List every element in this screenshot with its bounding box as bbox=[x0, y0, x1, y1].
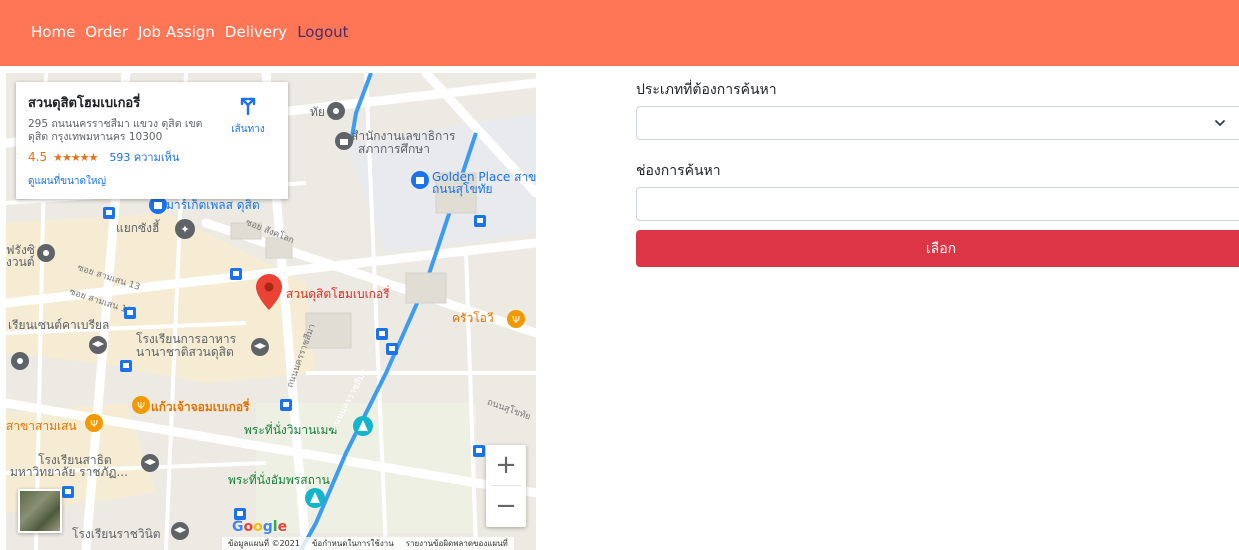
map-label: พระที่นั่งวิมานเมฆ bbox=[244, 423, 338, 437]
place-pin-icon[interactable] bbox=[10, 351, 30, 371]
restaurant-pin-icon[interactable]: Ψ bbox=[84, 413, 104, 433]
search-type-select[interactable] bbox=[636, 106, 1239, 140]
search-type-label: ประเภทที่ต้องการค้นหา bbox=[636, 82, 777, 98]
map-label: สำนักงานเลขาธิการ bbox=[351, 129, 456, 143]
directions-label: เส้นทาง bbox=[231, 124, 265, 135]
reviews-link[interactable]: 593 ความเห็น bbox=[109, 148, 179, 166]
map-label: งวนต์ bbox=[6, 255, 35, 269]
map-label: สภาการศึกษา bbox=[358, 142, 430, 156]
nav-delivery[interactable]: Delivery bbox=[225, 23, 287, 41]
zoom-out-button[interactable]: − bbox=[486, 486, 526, 526]
zoom-in-button[interactable]: + bbox=[486, 445, 526, 485]
place-info-card: สวนดุสิตโฮมเบเกอรี่ 295 ถนนนครราชสีมา แข… bbox=[16, 82, 288, 199]
bus-stop-icon[interactable] bbox=[474, 215, 486, 227]
map-label: แยกซังฮี้ bbox=[116, 221, 160, 235]
map-label: ทัย bbox=[310, 105, 325, 119]
restaurant-pin-icon[interactable]: Ψ bbox=[506, 309, 526, 329]
view-larger-map-link[interactable]: ดูแผนที่ขนาดใหญ่ bbox=[28, 174, 276, 189]
google-logo: Google bbox=[232, 519, 287, 535]
nav-links: Home Order Job Assign Delivery Logout bbox=[31, 23, 349, 41]
svg-text:Ψ: Ψ bbox=[137, 401, 145, 412]
bus-stop-icon[interactable] bbox=[103, 207, 115, 219]
bus-stop-icon[interactable] bbox=[376, 328, 388, 340]
place-pin-icon[interactable] bbox=[36, 243, 56, 263]
google-map[interactable]: สำนักงานเลขาธิการ สภาการศึกษา Golden Pla… bbox=[6, 73, 536, 550]
bus-stop-icon[interactable] bbox=[62, 486, 74, 498]
map-label: โรงเรียนราชวินิต bbox=[72, 527, 161, 541]
place-pin-icon[interactable] bbox=[326, 101, 346, 121]
place-address: 295 ถนนนครราชสีมา แขวง ดุสิต เขต ดุสิต ก… bbox=[28, 118, 203, 143]
search-field-label: ช่องการค้นหา bbox=[636, 163, 721, 179]
google-logo-letter: o bbox=[253, 519, 263, 535]
map-data-credit: ข้อมูลแผนที่ ©2021 bbox=[228, 539, 300, 548]
terms-link[interactable]: ข้อกำหนดในการใช้งาน bbox=[312, 537, 394, 550]
zoom-controls: + − bbox=[486, 445, 526, 527]
map-label: พระที่นั่งอัมพรสถาน bbox=[228, 473, 330, 487]
restaurant-pin-icon[interactable]: Ψ bbox=[131, 395, 151, 415]
nav-home[interactable]: Home bbox=[31, 23, 75, 41]
google-logo-letter: G bbox=[232, 519, 244, 535]
restaurant-pin-icon[interactable]: ✦ bbox=[174, 218, 196, 240]
school-pin-icon[interactable] bbox=[170, 521, 190, 541]
map-footer: ข้อมูลแผนที่ ©2021 ข้อกำหนดในการใช้งาน ร… bbox=[222, 537, 514, 550]
svg-text:Ψ: Ψ bbox=[512, 315, 520, 326]
school-pin-icon[interactable] bbox=[88, 335, 108, 355]
school-pin-icon[interactable] bbox=[250, 337, 270, 357]
google-logo-letter: g bbox=[262, 519, 273, 535]
search-input[interactable] bbox=[636, 187, 1239, 221]
svg-text:✦: ✦ bbox=[180, 223, 189, 236]
bus-stop-icon[interactable] bbox=[280, 399, 292, 411]
directions-icon bbox=[240, 97, 256, 116]
select-button[interactable]: เลือก bbox=[636, 230, 1239, 267]
school-pin-icon[interactable] bbox=[140, 453, 160, 473]
bus-stop-icon[interactable] bbox=[230, 268, 242, 280]
bus-stop-icon[interactable] bbox=[124, 307, 136, 319]
landmark-pin-icon[interactable] bbox=[352, 415, 374, 437]
google-logo-letter: o bbox=[243, 519, 254, 535]
directions-button[interactable]: เส้นทาง bbox=[224, 94, 272, 137]
bus-stop-icon[interactable] bbox=[473, 445, 485, 457]
nav-job-assign[interactable]: Job Assign bbox=[138, 23, 215, 41]
government-pin-icon[interactable] bbox=[334, 131, 354, 151]
nav-order[interactable]: Order bbox=[85, 23, 128, 41]
svg-text:Ψ: Ψ bbox=[90, 419, 98, 430]
bus-stop-icon[interactable] bbox=[386, 343, 398, 355]
map-label: นานาชาติสวนดุสิต bbox=[136, 345, 234, 359]
chevron-down-icon bbox=[1215, 120, 1225, 127]
location-pin-icon[interactable] bbox=[256, 274, 282, 310]
satellite-toggle-button[interactable] bbox=[18, 489, 62, 533]
landmark-pin-icon[interactable] bbox=[304, 487, 326, 509]
map-label: มหาวิทยาลัย ราชภัฏ... bbox=[10, 465, 128, 479]
map-label: โรงเรียนการอาหาร bbox=[136, 332, 237, 346]
google-logo-letter: e bbox=[277, 519, 288, 535]
map-label-bakery: สวนดุสิตโฮมเบเกอรี่ bbox=[286, 287, 390, 301]
map-label: แก้วเจ้าจอมเบเกอรี่ bbox=[151, 400, 250, 414]
navbar: Home Order Job Assign Delivery Logout bbox=[0, 0, 1239, 66]
map-label: เรียนเซนต์คาเบรียล bbox=[8, 318, 110, 332]
map-label: มาร์เก็ตเพลส ดุสิต bbox=[166, 198, 260, 212]
rating-value: 4.5 bbox=[28, 150, 48, 164]
place-rating: 4.5 ★★★★★ 593 ความเห็น bbox=[28, 148, 276, 166]
map-label: ถนนสุโขทัย bbox=[432, 182, 493, 196]
map-label: ครัวโอวี bbox=[452, 311, 494, 325]
nav-logout[interactable]: Logout bbox=[297, 23, 348, 41]
rating-stars-icon: ★★★★★ bbox=[53, 150, 98, 164]
report-error-link[interactable]: รายงานข้อผิดพลาดของแผนที่ bbox=[406, 537, 508, 550]
shopping-pin-icon[interactable] bbox=[410, 170, 430, 190]
map-label: สาขาสามเสน bbox=[6, 419, 77, 433]
google-logo-text: Google bbox=[232, 519, 287, 535]
bus-stop-icon[interactable] bbox=[120, 360, 132, 372]
